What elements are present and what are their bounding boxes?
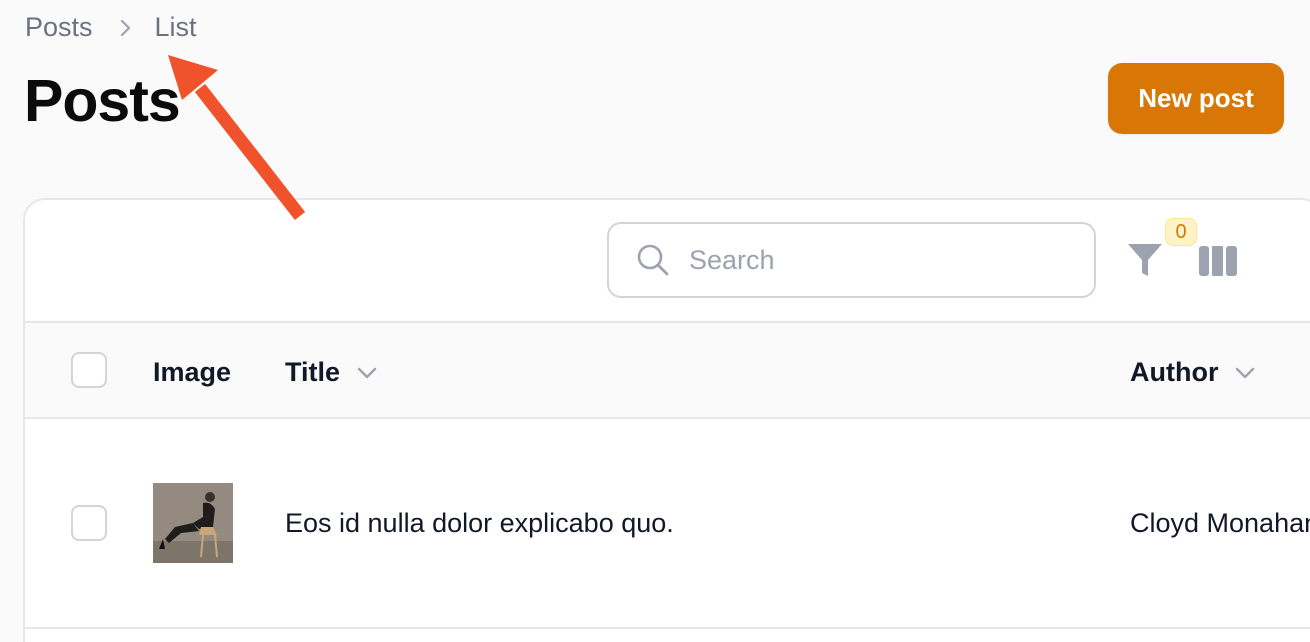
column-header-author[interactable]: Author	[1130, 357, 1256, 388]
page-title: Posts	[24, 68, 181, 134]
columns-icon[interactable]	[1198, 244, 1238, 278]
chevron-right-icon	[119, 18, 133, 38]
table-header: Image Title Author	[25, 321, 1310, 419]
search-icon	[636, 243, 670, 277]
new-post-button[interactable]: New post	[1108, 63, 1284, 134]
search-input[interactable]	[689, 244, 1049, 276]
column-header-image: Image	[153, 357, 231, 388]
chevron-down-icon	[1234, 366, 1256, 380]
column-label-author: Author	[1130, 357, 1219, 387]
column-header-title[interactable]: Title	[285, 357, 378, 388]
filter-icon[interactable]	[1124, 240, 1166, 282]
posts-table-card: 0 Image Title Author	[23, 198, 1310, 642]
search-box[interactable]	[607, 222, 1096, 298]
post-author-cell: Cloyd Monahan	[1130, 508, 1310, 538]
table-row[interactable]: Eos id nulla dolor explicabo quo. Cloyd …	[25, 419, 1310, 629]
row-checkbox[interactable]	[71, 505, 107, 541]
breadcrumb-item-list: List	[154, 12, 197, 42]
select-all-checkbox[interactable]	[71, 352, 107, 388]
filter-count-badge: 0	[1165, 218, 1197, 246]
chevron-down-icon	[356, 366, 378, 380]
post-title-cell: Eos id nulla dolor explicabo quo.	[285, 508, 674, 538]
post-thumbnail-image	[153, 483, 233, 563]
breadcrumb: Posts List	[25, 12, 197, 43]
page: Posts List Posts New post 0	[0, 0, 1310, 642]
table-toolbar: 0	[25, 200, 1310, 321]
column-label-image: Image	[153, 357, 232, 387]
column-label-title: Title	[285, 357, 341, 387]
breadcrumb-item-posts[interactable]: Posts	[25, 12, 93, 43]
